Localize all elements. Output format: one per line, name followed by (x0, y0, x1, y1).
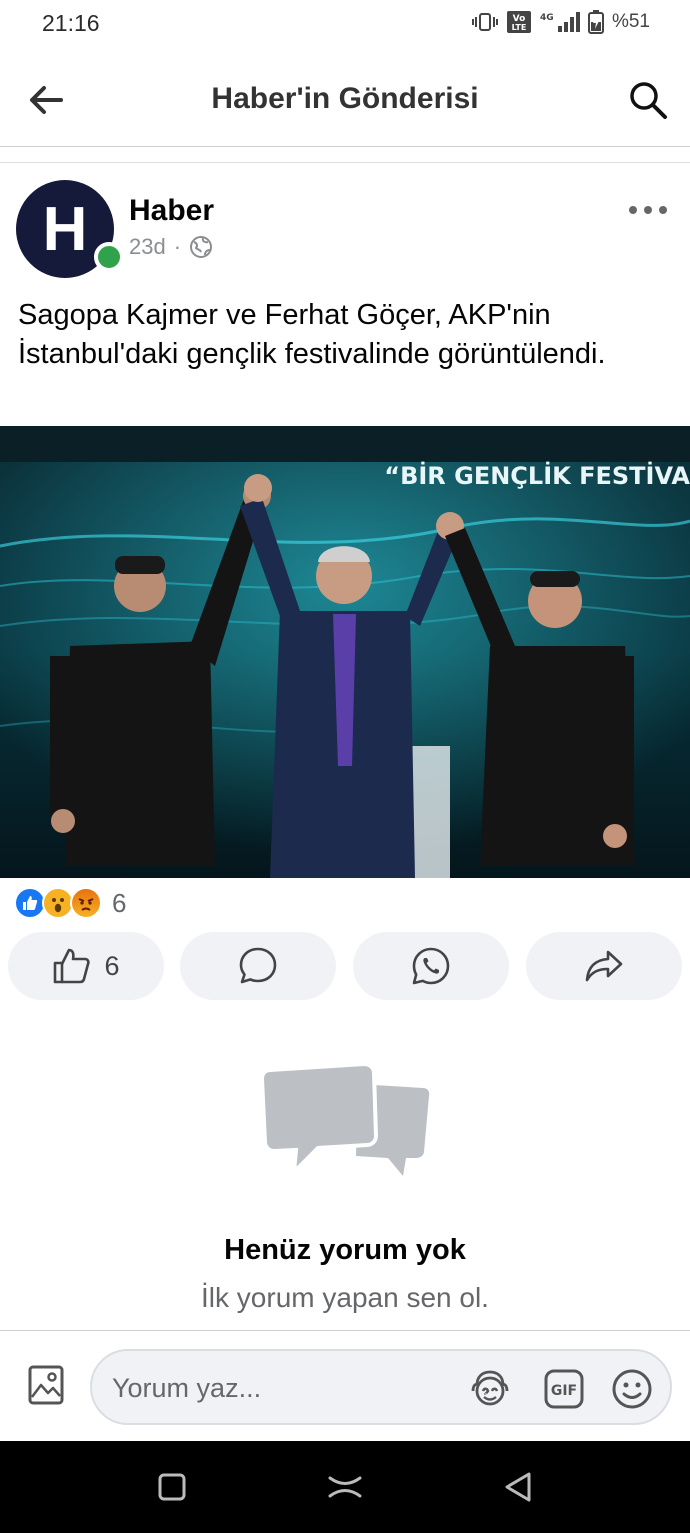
add-photo-button[interactable] (24, 1363, 68, 1407)
avatar-sticker-icon (471, 1370, 509, 1406)
emoji-button[interactable] (610, 1367, 654, 1411)
gif-icon: GIF (544, 1369, 584, 1409)
comment-input[interactable]: Yorum yaz... GIF (90, 1349, 672, 1425)
post-meta: 23d · (129, 234, 213, 260)
home-button[interactable] (323, 1467, 367, 1507)
post-divider (0, 162, 690, 163)
page-name-link[interactable]: Haber (129, 194, 214, 228)
top-app-bar: Haber'in Gönderisi (0, 58, 690, 142)
image-icon (28, 1365, 64, 1405)
thumbs-up-icon (54, 948, 91, 984)
post-time[interactable]: 23d (129, 234, 166, 260)
page-title: Haber'in Gönderisi (211, 82, 479, 115)
more-horizontal-icon (629, 206, 667, 214)
avatar-logo: H (42, 194, 88, 264)
angry-reaction-icon (70, 887, 102, 919)
post-text: Sagopa Kajmer ve Ferhat Göçer, AKP'nin İ… (18, 299, 606, 370)
share-button[interactable] (526, 932, 682, 1000)
recent-apps-button[interactable] (150, 1467, 194, 1507)
search-icon (630, 82, 667, 119)
post-actions: 6 (0, 932, 690, 1002)
post-photo[interactable]: “BİR GENÇLİK FESTİVA (0, 426, 690, 878)
home-gesture-icon (328, 1476, 362, 1498)
triangle-back-icon (505, 1472, 531, 1502)
battery-percent: %51 (611, 11, 650, 32)
smiley-icon (612, 1369, 652, 1409)
vibrate-icon (471, 12, 498, 32)
volte-icon: Vo LTE (506, 10, 532, 34)
photo-banner-text: “BİR GENÇLİK FESTİVA (384, 461, 690, 490)
header-divider (0, 146, 690, 147)
post-header: H Haber 23d · (0, 168, 690, 280)
photo-illustration: “BİR GENÇLİK FESTİVA (0, 426, 690, 878)
svg-text:LTE: LTE (512, 23, 527, 32)
svg-text:GIF: GIF (551, 1383, 577, 1399)
status-bar: 21:16 Vo LTE 4G %51 (0, 0, 690, 48)
back-nav-button[interactable] (496, 1467, 540, 1507)
meta-separator: · (173, 234, 182, 259)
comment-composer: Yorum yaz... GIF (0, 1330, 690, 1440)
empty-comments-subtitle: İlk yorum yapan sen ol. (201, 1282, 489, 1313)
status-icons: Vo LTE 4G %51 (471, 10, 650, 34)
comment-placeholder: Yorum yaz... (112, 1373, 262, 1403)
network-label: 4G (540, 13, 554, 23)
like-count: 6 (104, 950, 120, 981)
comments-bubbles-icon (259, 1061, 430, 1178)
status-time: 21:16 (42, 10, 100, 36)
more-options-button[interactable] (626, 198, 670, 222)
globe-icon (190, 236, 213, 258)
avatar-sticker-button[interactable] (468, 1367, 512, 1411)
comment-icon (239, 947, 277, 984)
search-button[interactable] (624, 76, 672, 124)
battery-icon (587, 10, 604, 34)
share-icon (585, 950, 623, 982)
empty-comments-state: Henüz yorum yok İlk yorum yapan sen ol. (0, 1060, 690, 1320)
gif-button[interactable]: GIF (542, 1367, 586, 1411)
whatsapp-icon (412, 947, 450, 985)
whatsapp-share-button[interactable] (353, 932, 509, 1000)
signal-icon: 4G (540, 10, 580, 34)
reaction-count: 6 (112, 887, 127, 918)
like-button[interactable]: 6 (8, 932, 164, 1000)
comment-button[interactable] (180, 932, 336, 1000)
square-icon (158, 1473, 186, 1501)
reactions-summary[interactable]: 6 (14, 886, 126, 920)
system-nav-bar (0, 1441, 690, 1533)
empty-comments-title: Henüz yorum yok (224, 1234, 466, 1266)
online-status-dot (94, 242, 124, 272)
